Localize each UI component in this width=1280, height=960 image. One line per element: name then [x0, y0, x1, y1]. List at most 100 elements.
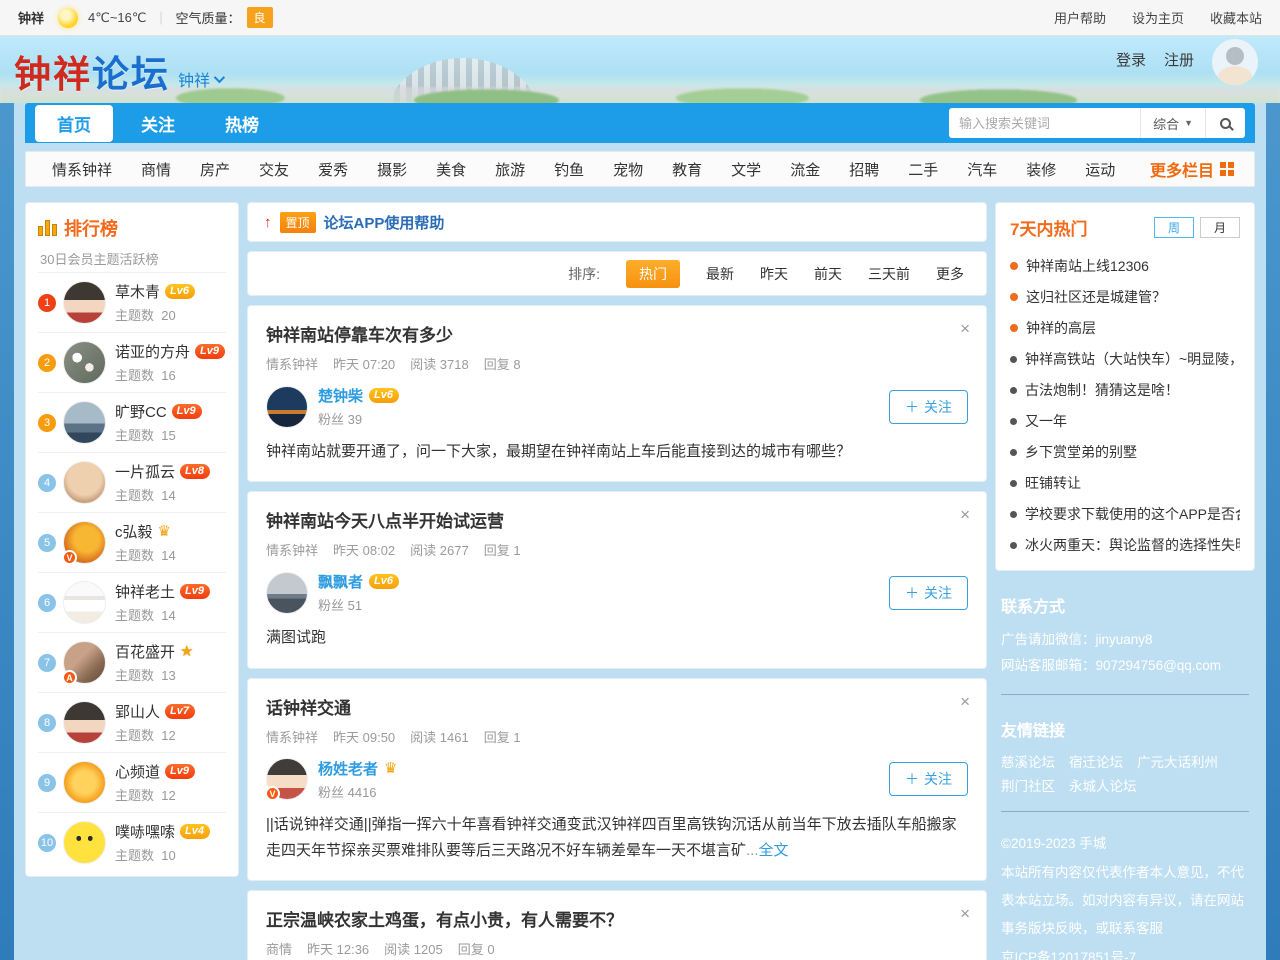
- category-item[interactable]: 房产: [200, 159, 230, 180]
- hot-tab-week[interactable]: 周: [1154, 217, 1194, 238]
- avatar[interactable]: [63, 461, 106, 504]
- member-name[interactable]: 诺亚的方舟: [115, 341, 190, 362]
- ranking-row[interactable]: 4 一片孤云Lv8 主题数 14: [38, 452, 226, 512]
- more-categories-button[interactable]: 更多栏目: [1150, 157, 1246, 181]
- avatar[interactable]: [63, 761, 106, 804]
- avatar[interactable]: [63, 281, 106, 324]
- category-item[interactable]: 爱秀: [318, 159, 348, 180]
- follow-button[interactable]: ＋关注: [889, 390, 968, 424]
- author-name[interactable]: 楚钟柴: [318, 385, 363, 406]
- post-title[interactable]: 钟祥南站今天八点半开始试运营: [266, 507, 968, 532]
- author-name[interactable]: 飘飘者: [318, 571, 363, 592]
- category-item[interactable]: 二手: [908, 159, 938, 180]
- post-board[interactable]: 情系钟祥: [266, 354, 318, 373]
- category-item[interactable]: 文学: [731, 159, 761, 180]
- avatar[interactable]: [63, 701, 106, 744]
- tab-follow[interactable]: 关注: [119, 105, 197, 142]
- category-item[interactable]: 教育: [672, 159, 702, 180]
- tab-home[interactable]: 首页: [35, 105, 113, 142]
- category-item[interactable]: 摄影: [377, 159, 407, 180]
- sort-option-hot[interactable]: 热门: [626, 260, 680, 288]
- post-content[interactable]: ||话说钟祥交通||弹指一挥六十年喜看钟祥交通变武汉钟祥四百里高铁钩沉话从前当年…: [266, 812, 968, 865]
- hot-topic-item[interactable]: 冰火两重天：舆论监督的选择性失明...: [1010, 529, 1240, 560]
- member-name[interactable]: 百花盛开: [115, 641, 175, 662]
- avatar[interactable]: [63, 821, 106, 864]
- ranking-row[interactable]: 3 旷野CCLv9 主题数 15: [38, 392, 226, 452]
- post-board[interactable]: 情系钟祥: [266, 540, 318, 559]
- category-item[interactable]: 情系钟祥: [52, 159, 112, 180]
- post-title[interactable]: 正宗温峡农家土鸡蛋，有点小贵，有人需要不？: [266, 906, 968, 931]
- post-title[interactable]: 钟祥南站停靠车次有多少: [266, 321, 968, 346]
- friend-link[interactable]: 慈溪论坛: [1001, 751, 1055, 771]
- sort-option-newest[interactable]: 最新: [706, 264, 734, 284]
- category-item[interactable]: 商情: [141, 159, 171, 180]
- sort-option-threedays[interactable]: 三天前: [868, 264, 910, 284]
- set-homepage-link[interactable]: 设为主页: [1132, 8, 1184, 27]
- member-name[interactable]: c弘毅: [115, 521, 153, 542]
- category-item[interactable]: 宠物: [613, 159, 643, 180]
- category-item[interactable]: 交友: [259, 159, 289, 180]
- member-name[interactable]: 心频道: [115, 761, 160, 782]
- ranking-row[interactable]: 1 草木青Lv6 主题数 20: [38, 272, 226, 332]
- hot-topic-item[interactable]: 学校要求下载使用的这个APP是否合理: [1010, 498, 1240, 529]
- category-item[interactable]: 钓鱼: [554, 159, 584, 180]
- sort-option-yesterday[interactable]: 昨天: [760, 264, 788, 284]
- icp-number[interactable]: 京ICP备12017851号-7: [1001, 944, 1249, 960]
- friend-link[interactable]: 永城人论坛: [1069, 775, 1137, 795]
- avatar[interactable]: A: [63, 641, 106, 684]
- ranking-row[interactable]: 7 A 百花盛开★ 主题数 13: [38, 632, 226, 692]
- category-item[interactable]: 旅游: [495, 159, 525, 180]
- post-board[interactable]: 商情: [266, 939, 292, 958]
- avatar[interactable]: [266, 386, 308, 428]
- close-icon[interactable]: ×: [960, 320, 970, 337]
- category-item[interactable]: 流金: [790, 159, 820, 180]
- user-help-link[interactable]: 用户帮助: [1054, 8, 1106, 27]
- avatar[interactable]: V: [266, 758, 308, 800]
- search-input[interactable]: [949, 116, 1140, 131]
- sort-option-daybefore[interactable]: 前天: [814, 264, 842, 284]
- member-name[interactable]: 旷野CC: [115, 401, 167, 422]
- sort-option-more[interactable]: 更多: [936, 264, 964, 284]
- city-selector[interactable]: 钟祥: [178, 67, 222, 91]
- member-name[interactable]: 噗哧嘿嗦: [115, 821, 175, 842]
- avatar[interactable]: V: [63, 521, 106, 564]
- user-avatar[interactable]: [1212, 39, 1258, 85]
- avatar[interactable]: [63, 401, 106, 444]
- category-item[interactable]: 招聘: [849, 159, 879, 180]
- hot-topic-item[interactable]: 古法炮制！猜猜这是啥！: [1010, 374, 1240, 405]
- friend-link[interactable]: 宿迁论坛: [1069, 751, 1123, 771]
- close-icon[interactable]: ×: [960, 693, 970, 710]
- close-icon[interactable]: ×: [960, 905, 970, 922]
- member-name[interactable]: 草木青: [115, 281, 160, 302]
- close-icon[interactable]: ×: [960, 506, 970, 523]
- category-item[interactable]: 装修: [1026, 159, 1056, 180]
- bookmark-site-link[interactable]: 收藏本站: [1210, 8, 1262, 27]
- ranking-row[interactable]: 6 钟祥老土Lv9 主题数 14: [38, 572, 226, 632]
- login-link[interactable]: 登录: [1116, 49, 1146, 70]
- search-button[interactable]: [1205, 108, 1245, 138]
- search-filter-dropdown[interactable]: 综合 ▼: [1140, 108, 1205, 138]
- hot-topic-item[interactable]: 又一年: [1010, 405, 1240, 436]
- post-content[interactable]: 钟祥南站就要开通了，问一下大家，最期望在钟祥南站上车后能直接到达的城市有哪些？: [266, 439, 968, 465]
- register-link[interactable]: 注册: [1164, 49, 1194, 70]
- avatar[interactable]: [266, 572, 308, 614]
- hot-topic-item[interactable]: 旺铺转让: [1010, 467, 1240, 498]
- post-title[interactable]: 话钟祥交通: [266, 694, 968, 719]
- post-content[interactable]: 满图试跑: [266, 625, 968, 651]
- sticky-post-title[interactable]: 论坛APP使用帮助: [324, 212, 445, 233]
- hot-topic-item[interactable]: 乡下赏堂弟的别墅: [1010, 436, 1240, 467]
- hot-topic-item[interactable]: 钟祥的高层: [1010, 312, 1240, 343]
- tab-hot[interactable]: 热榜: [203, 105, 281, 142]
- follow-button[interactable]: ＋关注: [889, 576, 968, 610]
- hot-topic-item[interactable]: 这归社区还是城建管？: [1010, 281, 1240, 312]
- ranking-row[interactable]: 10 噗哧嘿嗦Lv4 主题数 10: [38, 812, 226, 872]
- category-item[interactable]: 运动: [1085, 159, 1115, 180]
- category-item[interactable]: 汽车: [967, 159, 997, 180]
- member-name[interactable]: 钟祥老土: [115, 581, 175, 602]
- hot-tab-month[interactable]: 月: [1200, 217, 1240, 238]
- member-name[interactable]: 郢山人: [115, 701, 160, 722]
- ranking-row[interactable]: 5 V c弘毅♛ 主题数 14: [38, 512, 226, 572]
- ranking-row[interactable]: 9 心频道Lv9 主题数 12: [38, 752, 226, 812]
- follow-button[interactable]: ＋关注: [889, 762, 968, 796]
- hot-topic-item[interactable]: 钟祥南站上线12306: [1010, 250, 1240, 281]
